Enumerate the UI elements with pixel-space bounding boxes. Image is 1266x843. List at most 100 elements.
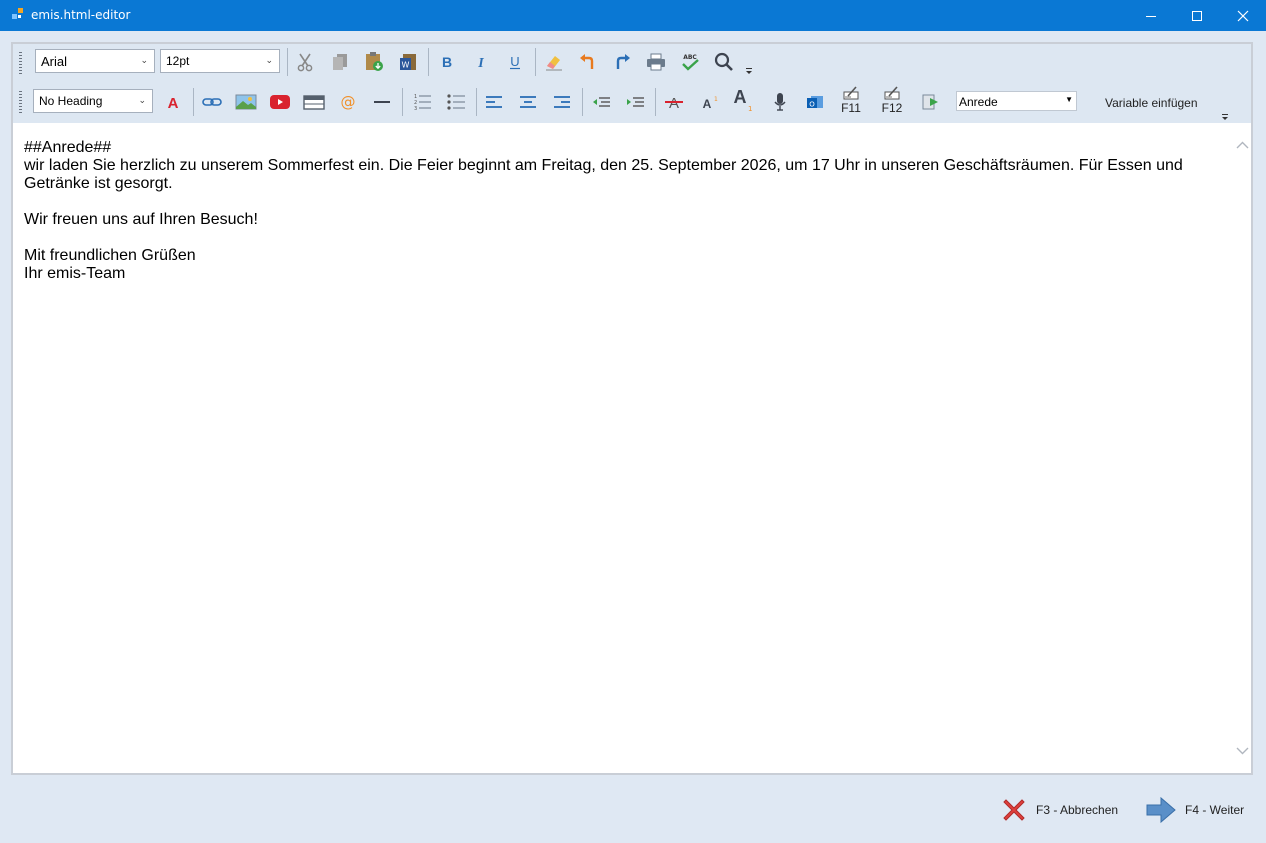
svg-text:1: 1 [714,96,718,103]
separator [402,88,403,116]
scroll-up-icon[interactable] [1234,135,1251,155]
preview-icon [922,94,938,110]
editor-area[interactable]: ##Anrede## wir laden Sie herzlich zu uns… [13,123,1251,773]
svg-text:I: I [477,56,484,71]
cut-button[interactable] [292,49,318,75]
signature-icon [843,86,859,100]
font-color-button[interactable]: A [160,89,186,115]
overflow-chevron-icon [1222,114,1228,120]
empty-line [24,229,1224,247]
insert-variable-button[interactable]: Variable einfügen [1105,96,1198,110]
superscript-button[interactable]: A1 [696,89,722,115]
eraser-icon [546,56,562,71]
paragraph: Mit freundlichen Grüßen [24,247,196,264]
heading-select[interactable]: No Heading ⌄ [33,89,153,113]
print-button[interactable] [643,49,669,75]
font-family-select[interactable]: Arial ⌄ [35,49,155,73]
paste-button[interactable] [361,49,387,75]
italic-button[interactable]: I [468,49,494,75]
cancel-button[interactable]: F3 - Abbrechen [1000,795,1118,825]
bold-button[interactable]: B [434,49,460,75]
paste-icon [366,52,383,71]
paragraph: Wir freuen uns auf Ihren Besuch! [24,211,258,228]
align-right-icon [554,96,570,108]
undo-icon [580,54,594,69]
toolbar-grip[interactable] [19,91,22,113]
align-center-button[interactable] [515,89,541,115]
table-icon [303,95,325,110]
window-title: emis.html-editor [31,8,131,22]
minimize-button[interactable] [1128,0,1174,31]
title-bar: emis.html-editor [0,0,1266,31]
svg-text:A: A [669,95,679,112]
search-button[interactable] [711,49,737,75]
microphone-button[interactable] [767,89,793,115]
f11-button[interactable]: F11 [836,83,866,117]
underline-icon: U [510,54,520,70]
word-paste-icon: W [400,54,416,70]
scroll-down-icon[interactable] [1234,741,1251,761]
underline-button[interactable]: U [502,49,528,75]
outdent-button[interactable] [588,89,614,115]
toolbar-grip[interactable] [19,52,22,74]
preview-button[interactable] [918,89,944,115]
at-sign-icon: @ [341,93,356,111]
horizontal-rule-button[interactable] [369,89,395,115]
spellcheck-button[interactable]: ABC [677,49,703,75]
chevron-down-icon: ⌄ [138,95,146,105]
svg-text:@: @ [341,93,356,111]
insert-email-button[interactable]: @ [335,89,361,115]
close-button[interactable] [1220,0,1266,31]
subscript-icon: A1 [734,87,753,113]
svg-text:B: B [442,54,452,70]
scissors-icon [297,53,313,72]
f12-button[interactable]: F12 [877,83,907,117]
indent-button[interactable] [622,89,648,115]
insert-link-button[interactable] [199,89,225,115]
separator [287,48,288,76]
insert-video-button[interactable] [267,89,293,115]
chevron-down-icon: ⌄ [140,55,148,65]
undo-button[interactable] [575,49,601,75]
align-right-button[interactable] [549,89,575,115]
arrow-right-icon [1146,796,1176,824]
paragraph: Ihr emis-Team [24,265,126,282]
horizontal-line-icon [374,101,390,103]
variable-select[interactable]: Anrede ▼ [956,91,1077,111]
numbered-list-button[interactable]: 123 [409,89,435,115]
font-color-icon: A [168,95,179,112]
close-icon [1237,10,1249,21]
outdent-icon [593,97,610,107]
separator [476,88,477,116]
toolbar-overflow-button[interactable] [1219,111,1231,123]
svg-text:A: A [734,87,747,107]
subscript-button[interactable]: A1 [729,87,755,113]
italic-icon: I [477,56,484,71]
separator [193,88,194,116]
font-size-select[interactable]: 12pt ⌄ [160,49,280,73]
outlook-button[interactable]: O [802,89,828,115]
outlook-icon: O [807,96,823,109]
vertical-scrollbar[interactable] [1234,123,1251,773]
numbered-list-icon: 123 [414,94,431,112]
bullet-list-button[interactable] [443,89,469,115]
copy-icon [333,54,347,70]
align-left-button[interactable] [481,89,507,115]
youtube-icon [270,95,290,109]
next-button[interactable]: F4 - Weiter [1145,795,1244,825]
paste-from-word-button[interactable]: W [395,49,421,75]
redo-button[interactable] [609,49,635,75]
insert-image-button[interactable] [233,89,259,115]
align-center-icon [520,96,536,108]
maximize-button[interactable] [1174,0,1220,31]
insert-table-button[interactable] [301,89,327,115]
svg-text:A: A [703,97,712,111]
strikethrough-button[interactable]: A [661,89,687,115]
clear-format-button[interactable] [541,49,567,75]
toolbar-row-1: Arial ⌄ 12pt ⌄ W B I U ABC [13,44,1251,82]
copy-button[interactable] [327,49,353,75]
document-content[interactable]: ##Anrede## wir laden Sie herzlich zu uns… [24,139,1224,283]
image-icon [235,94,257,110]
overflow-chevron-icon [746,68,752,74]
toolbar-overflow-button[interactable] [743,64,755,78]
